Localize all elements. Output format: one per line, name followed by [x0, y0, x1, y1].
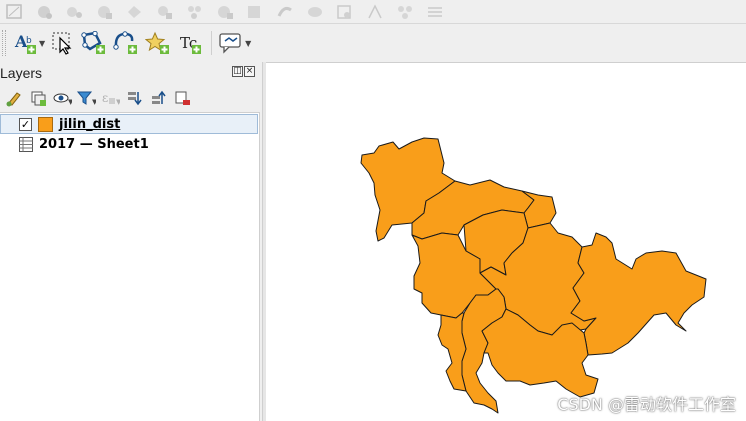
- rotate-label-icon[interactable]: [364, 3, 386, 21]
- label-tool-icon: Ab: [14, 31, 38, 55]
- float-panel-icon[interactable]: ◫: [232, 66, 243, 77]
- layer-tree: ✓ jilin_dist 2017 — Sheet1: [0, 112, 260, 421]
- svg-text:ε: ε: [102, 91, 108, 105]
- add-feature-icon[interactable]: [64, 3, 86, 21]
- digitize-icon[interactable]: [4, 3, 26, 21]
- layers-panel: Layers ◫ × ▼ ▼ ε ▼ ✓ jilin_dist 2017 — S…: [0, 62, 262, 421]
- remove-layer-icon[interactable]: [172, 88, 192, 108]
- collapse-all-icon[interactable]: [148, 88, 168, 108]
- panel-title: Layers: [0, 65, 43, 81]
- expand-all-icon[interactable]: [124, 88, 144, 108]
- main-toolbar: Ab ▼ Tc ▼: [0, 26, 746, 60]
- add-polygon-icon: [81, 31, 107, 55]
- map-tips-button[interactable]: ▼: [218, 29, 251, 57]
- add-text-annotation-icon: Tc: [177, 31, 203, 55]
- select-features-button[interactable]: [51, 29, 75, 57]
- add-curve-button[interactable]: [113, 29, 139, 57]
- chevron-down-icon[interactable]: ▼: [39, 39, 45, 48]
- layers-toolbar: ▼ ▼ ε ▼: [0, 86, 262, 110]
- map-tips-icon: [218, 31, 244, 55]
- jilin-map: [360, 137, 707, 414]
- add-polygon-button[interactable]: [81, 29, 107, 57]
- add-point-button[interactable]: [145, 29, 171, 57]
- select-features-icon: [51, 31, 75, 55]
- filter-legend-icon[interactable]: ▼: [76, 88, 96, 108]
- qgis-window: Ab ▼ Tc ▼ Layers ◫ × ▼ ▼ ε ▼ ✓ jilin_dis…: [0, 0, 746, 421]
- delete-feature-icon[interactable]: [154, 3, 176, 21]
- node-tool-icon[interactable]: [394, 3, 416, 21]
- add-curve-icon: [113, 31, 139, 55]
- open-styling-icon[interactable]: [4, 88, 24, 108]
- svg-text:b: b: [26, 36, 32, 46]
- layer-visibility-checkbox[interactable]: ✓: [19, 117, 32, 131]
- add-text-annotation-button[interactable]: Tc: [177, 29, 203, 57]
- add-group-icon[interactable]: [28, 88, 48, 108]
- paste-feature-icon[interactable]: [244, 3, 266, 21]
- svg-text:▼: ▼: [68, 98, 72, 106]
- move-feature-icon[interactable]: [94, 3, 116, 21]
- label-toggle-icon[interactable]: [334, 3, 356, 21]
- table-icon: [19, 136, 33, 152]
- copy-feature-icon[interactable]: [214, 3, 236, 21]
- close-panel-icon[interactable]: ×: [244, 66, 255, 77]
- options-icon[interactable]: [424, 3, 446, 21]
- district-polygon[interactable]: [570, 232, 707, 356]
- layer-name[interactable]: 2017 — Sheet1: [39, 137, 149, 152]
- vertex-tool-icon[interactable]: [124, 3, 146, 21]
- csdn-watermark: CSDN @雷动软件工作室: [557, 395, 736, 414]
- digitizing-toolbar: [0, 0, 746, 24]
- undo-icon[interactable]: [274, 3, 296, 21]
- toolbar-grip[interactable]: [2, 30, 6, 56]
- map-canvas[interactable]: CSDN @雷动软件工作室: [266, 62, 746, 421]
- label-tool-button[interactable]: Ab ▼: [14, 29, 45, 57]
- save-edits-icon[interactable]: [34, 3, 56, 21]
- cut-feature-icon[interactable]: [184, 3, 206, 21]
- add-point-icon: [145, 31, 171, 55]
- redo-icon[interactable]: [304, 3, 326, 21]
- svg-text:▼: ▼: [92, 98, 96, 106]
- layer-item-jilin-dist[interactable]: ✓ jilin_dist: [0, 114, 258, 134]
- toolbar-separator: [211, 31, 213, 55]
- district-polygon[interactable]: [437, 312, 467, 392]
- svg-text:▼: ▼: [116, 98, 120, 106]
- layer-name[interactable]: jilin_dist: [59, 117, 120, 132]
- manage-visibility-icon[interactable]: ▼: [52, 88, 72, 108]
- chevron-down-icon[interactable]: ▼: [245, 39, 251, 48]
- layer-item-2017-sheet1[interactable]: 2017 — Sheet1: [0, 134, 149, 154]
- layers-panel-header: Layers ◫ ×: [0, 62, 262, 82]
- filter-expression-icon[interactable]: ε ▼: [100, 88, 120, 108]
- panel-buttons: ◫ ×: [232, 66, 255, 77]
- layer-symbol-swatch[interactable]: [38, 116, 53, 132]
